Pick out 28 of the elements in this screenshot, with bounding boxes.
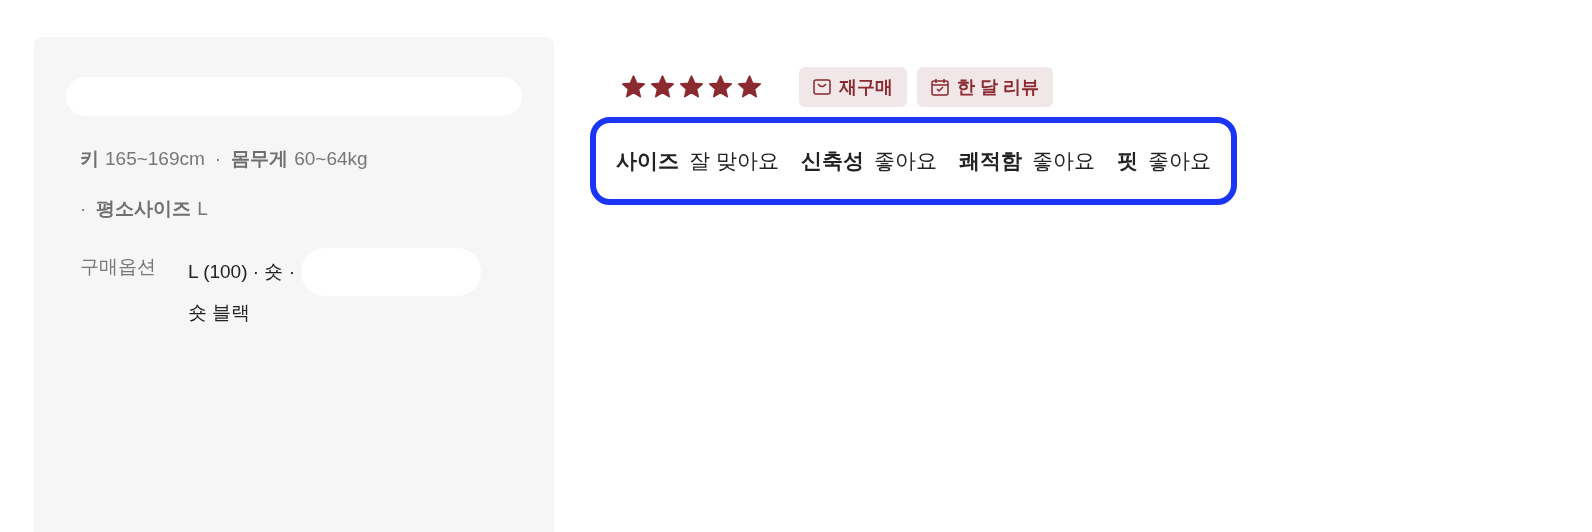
badge-label: 재구매: [839, 76, 893, 99]
evaluation-value: 좋아요: [1031, 148, 1095, 174]
stat-value: 165~169cm: [105, 148, 205, 169]
option-label: 구매옵션: [80, 255, 157, 279]
star-icon: [678, 74, 705, 100]
stat-value: L: [197, 198, 208, 219]
evaluation-value: 좋아요: [873, 148, 937, 174]
stat-label: 평소사이즈: [96, 198, 192, 219]
stat-value: 60~64kg: [294, 148, 368, 169]
evaluation-name: 핏: [1116, 148, 1138, 174]
calendar-icon: [931, 78, 949, 96]
evaluation-value: 좋아요: [1147, 148, 1211, 174]
star-icon: [736, 74, 763, 100]
star-icon: [707, 74, 734, 100]
badge-label: 한 달 리뷰: [957, 76, 1039, 99]
separator-dot: ·: [80, 198, 87, 219]
evaluation-name: 쾌적함: [958, 148, 1022, 174]
option-value: 숏 블랙: [188, 301, 252, 325]
star-icon: [649, 74, 676, 100]
bag-icon: [813, 79, 831, 95]
evaluation-value: 잘 맞아요: [689, 148, 779, 174]
stat-label: 몸무게: [231, 148, 289, 169]
star-icon: [620, 74, 647, 100]
stat-label: 키: [80, 148, 99, 169]
evaluation-name: 신축성: [800, 148, 864, 174]
separator-dot: ·: [214, 148, 222, 169]
option-value: L (100) · 숏 ·: [188, 260, 295, 284]
evaluation-name: 사이즈: [616, 148, 679, 174]
